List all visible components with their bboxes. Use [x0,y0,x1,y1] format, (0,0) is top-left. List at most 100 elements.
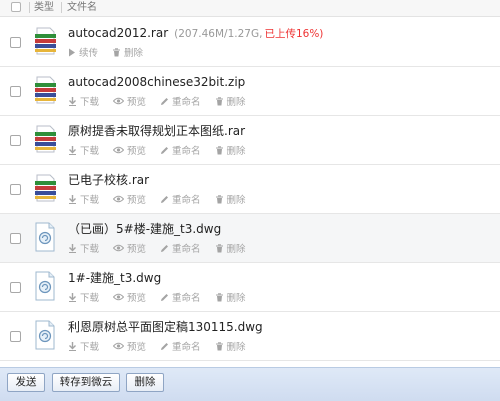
file-name[interactable]: 1#-建施_t3.dwg [68,270,161,286]
action-label: 重命名 [172,244,201,255]
file-name-text[interactable]: 利恩原树总平面图定稿130115.dwg [68,320,263,334]
file-checkbox[interactable] [10,233,21,244]
file-row[interactable]: 1#-建施_t3.dwg 下载 预览 重命名 删除 [0,263,500,312]
file-actions: 下载 预览 重命名 删除 [68,192,260,206]
preview-action[interactable]: 预览 [113,241,146,255]
action-label: 删除 [226,342,246,353]
file-row[interactable]: （已画）5#楼-建施_t3.dwg 下载 预览 重命名 删除 [0,214,500,263]
file-row[interactable]: autocad2012.rar (207.46M/1.27G, 已上传16%) 续传 删… [0,18,500,67]
rename-action[interactable]: 重命名 [160,241,201,255]
download-action[interactable]: 下载 [68,290,99,304]
delete-action[interactable]: 删除 [215,143,246,157]
download-icon [68,341,80,351]
file-actions: 下载 预览 重命名 删除 [68,143,260,157]
action-label: 预览 [127,97,147,108]
action-label: 重命名 [172,97,201,108]
action-label: 删除 [124,48,144,59]
file-row[interactable]: 已电子校核.rar 下载 预览 重命名 删除 [0,165,500,214]
action-label: 删除 [226,146,246,157]
download-icon [68,243,80,253]
select-all-checkbox[interactable] [11,2,21,12]
file-name-text[interactable]: 1#-建施_t3.dwg [68,271,161,285]
list-header: 类型 文件名 [0,0,500,17]
rename-action[interactable]: 重命名 [160,143,201,157]
send-button[interactable]: 发送 [7,373,45,392]
archive-icon [33,25,57,57]
eye-icon [113,244,127,252]
file-checkbox[interactable] [10,86,21,97]
trash-icon [215,292,227,302]
file-name-text[interactable]: （已画）5#楼-建施_t3.dwg [68,222,221,236]
action-label: 删除 [226,244,246,255]
pencil-icon [160,293,172,302]
file-name[interactable]: 已电子校核.rar [68,172,149,188]
preview-action[interactable]: 预览 [113,143,146,157]
file-actions: 下载 预览 重命名 删除 [68,339,260,353]
file-checkbox[interactable] [10,37,21,48]
bottom-toolbar: 发送 转存到微云 删除 [0,367,500,401]
action-label: 下载 [80,146,100,157]
file-name-text[interactable]: 已电子校核.rar [68,173,149,187]
download-action[interactable]: 下载 [68,94,99,108]
delete-action[interactable]: 删除 [215,241,246,255]
save-to-cloud-button[interactable]: 转存到微云 [52,373,120,392]
delete-action[interactable]: 删除 [215,339,246,353]
rename-action[interactable]: 重命名 [160,94,201,108]
file-checkbox[interactable] [10,331,21,342]
column-header-type: 类型 [34,2,54,13]
delete-action[interactable]: 删除 [215,192,246,206]
action-label: 预览 [127,244,147,255]
file-actions: 续传 删除 [68,45,157,59]
file-name[interactable]: autocad2008chinese32bit.zip [68,74,245,90]
action-label: 删除 [226,195,246,206]
file-checkbox[interactable] [10,282,21,293]
file-name[interactable]: 原树提香未取得规划正本图纸.rar [68,123,245,139]
trash-icon [215,341,227,351]
download-icon [68,292,80,302]
action-label: 预览 [127,146,147,157]
file-checkbox[interactable] [10,135,21,146]
action-label: 重命名 [172,342,201,353]
preview-action[interactable]: 预览 [113,94,146,108]
action-label: 下载 [80,195,100,206]
file-name[interactable]: 利恩原树总平面图定稿130115.dwg [68,319,263,335]
delete-action[interactable]: 删除 [112,45,143,59]
rename-action[interactable]: 重命名 [160,290,201,304]
file-name[interactable]: （已画）5#楼-建施_t3.dwg [68,221,221,237]
rename-action[interactable]: 重命名 [160,339,201,353]
file-row[interactable]: autocad2008chinese32bit.zip 下载 预览 重命名 删除 [0,67,500,116]
download-action[interactable]: 下载 [68,192,99,206]
trash-icon [215,145,227,155]
action-label: 删除 [226,293,246,304]
file-actions: 下载 预览 重命名 删除 [68,290,260,304]
preview-action[interactable]: 预览 [113,290,146,304]
preview-action[interactable]: 预览 [113,192,146,206]
archive-icon [33,172,57,204]
action-label: 续传 [79,48,99,59]
column-divider [29,2,30,13]
download-action[interactable]: 下载 [68,241,99,255]
file-row[interactable]: 利恩原树总平面图定稿130115.dwg 下载 预览 重命名 删除 [0,312,500,361]
file-checkbox[interactable] [10,184,21,195]
file-name-text[interactable]: autocad2008chinese32bit.zip [68,75,245,89]
rename-action[interactable]: 重命名 [160,192,201,206]
column-divider[interactable] [61,2,62,13]
file-name[interactable]: autocad2012.rar (207.46M/1.27G, 已上传16%) [68,25,323,42]
file-name-text[interactable]: 原树提香未取得规划正本图纸.rar [68,124,245,138]
download-action[interactable]: 下载 [68,339,99,353]
action-label: 下载 [80,244,100,255]
eye-icon [113,293,127,301]
download-action[interactable]: 下载 [68,143,99,157]
delete-button[interactable]: 删除 [126,373,164,392]
archive-icon [33,123,57,155]
upload-size-info: (207.46M/1.27G, [174,28,263,40]
delete-action[interactable]: 删除 [215,290,246,304]
preview-action[interactable]: 预览 [113,339,146,353]
file-name-text[interactable]: autocad2012.rar [68,26,168,40]
action-label: 预览 [127,342,147,353]
delete-action[interactable]: 删除 [215,94,246,108]
file-actions: 下载 预览 重命名 删除 [68,94,260,108]
action-label: 下载 [80,97,100,108]
file-row[interactable]: 原树提香未取得规划正本图纸.rar 下载 预览 重命名 删除 [0,116,500,165]
resume-upload-action[interactable]: 续传 [68,45,98,59]
